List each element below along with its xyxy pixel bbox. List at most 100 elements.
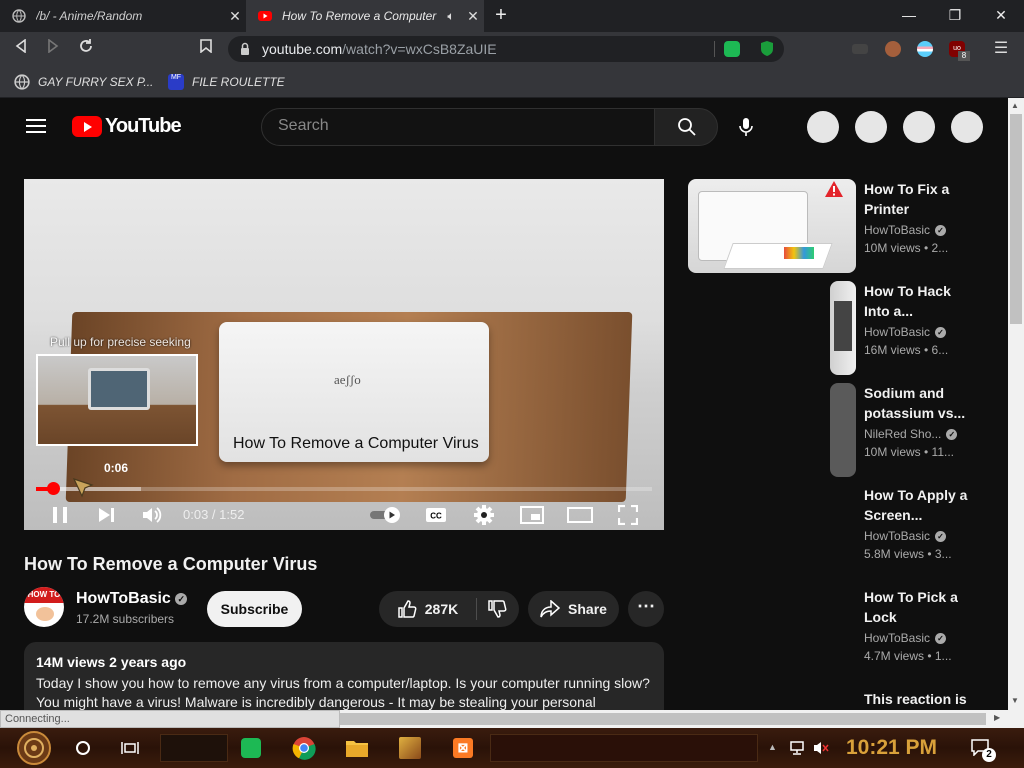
search-taskbar-button[interactable] bbox=[67, 732, 99, 764]
like-button[interactable]: 287K bbox=[379, 591, 476, 627]
youtube-logo[interactable]: YouTube bbox=[72, 115, 182, 138]
navigation-bar: youtube.com/watch?v=wxCsB8ZaUIE uo 8 ☰ bbox=[0, 32, 1024, 66]
youtube-play-icon bbox=[72, 116, 102, 137]
tab-youtube-video[interactable]: How To Remove a Computer 🔈︎ ✕ bbox=[246, 0, 484, 32]
reload-icon[interactable] bbox=[75, 38, 97, 60]
bookmark-item-2[interactable]: MF FILE ROULETTE bbox=[168, 72, 285, 92]
profile-avatar-icon[interactable] bbox=[885, 41, 901, 57]
address-bar[interactable]: youtube.com/watch?v=wxCsB8ZaUIE bbox=[228, 36, 784, 62]
account-avatar[interactable] bbox=[951, 111, 983, 143]
svg-text:CC: CC bbox=[430, 512, 442, 521]
menu-icon[interactable]: ☰ bbox=[990, 38, 1012, 60]
forward-icon[interactable] bbox=[42, 38, 64, 60]
bookmark-label: FILE ROULETTE bbox=[192, 75, 285, 89]
extension-green-icon[interactable] bbox=[724, 41, 740, 57]
new-tab-button[interactable]: + bbox=[490, 4, 512, 26]
status-bar: Connecting... bbox=[0, 710, 340, 728]
voice-search-button[interactable] bbox=[728, 108, 764, 146]
game-app-button[interactable] bbox=[394, 732, 426, 764]
lock-icon[interactable] bbox=[240, 42, 250, 56]
search-button[interactable] bbox=[654, 108, 718, 146]
more-actions-button[interactable]: ⋯ bbox=[628, 591, 664, 627]
file-explorer-button[interactable] bbox=[341, 732, 373, 764]
autoplay-toggle[interactable] bbox=[368, 501, 404, 529]
pause-icon bbox=[53, 507, 67, 523]
scrubber-handle[interactable] bbox=[46, 482, 60, 495]
fullscreen-button[interactable] bbox=[612, 501, 644, 529]
back-icon[interactable] bbox=[10, 38, 32, 60]
recommended-title[interactable]: How To Fix a Printer bbox=[864, 179, 968, 219]
divider bbox=[714, 41, 715, 57]
channel-text: HowToBasic bbox=[864, 325, 931, 339]
channel-name[interactable]: HowToBasic ✓ bbox=[76, 590, 188, 608]
verified-icon: ✓ bbox=[175, 593, 188, 605]
messaging-app-button[interactable] bbox=[235, 732, 267, 764]
flag-extension-icon[interactable] bbox=[917, 41, 933, 57]
volume-button[interactable] bbox=[136, 501, 168, 529]
header-button-2[interactable] bbox=[855, 111, 887, 143]
start-button[interactable] bbox=[12, 730, 56, 766]
taskbar-clock[interactable]: 10:21 PM bbox=[846, 736, 937, 760]
verified-icon: ✓ bbox=[935, 530, 947, 542]
vertical-scrollbar[interactable]: ▲ ▼ bbox=[1008, 98, 1024, 710]
miniplayer-button[interactable] bbox=[516, 501, 548, 529]
theater-mode-button[interactable] bbox=[564, 501, 596, 529]
seek-preview-thumbnail bbox=[36, 354, 198, 446]
pause-button[interactable] bbox=[44, 501, 76, 529]
dislike-button[interactable] bbox=[477, 591, 519, 627]
recommended-video[interactable]: How To Pick a Lock HowToBasic ✓ 4.7M view… bbox=[688, 587, 998, 683]
green-chat-icon bbox=[241, 738, 261, 758]
header-button-3[interactable] bbox=[903, 111, 935, 143]
restore-button[interactable]: ❐ bbox=[932, 0, 978, 32]
recommended-title[interactable]: Sodium and potassium vs... bbox=[864, 383, 968, 423]
close-tab-icon[interactable]: ✕ bbox=[462, 8, 484, 25]
video-thumbnail[interactable] bbox=[688, 179, 856, 273]
scroll-down-icon[interactable]: ▼ bbox=[1011, 696, 1019, 705]
recommended-video[interactable]: Sodium and potassium vs... NileRed Sho..… bbox=[688, 383, 998, 479]
search-box[interactable] bbox=[261, 108, 655, 146]
scrollbar-thumb[interactable] bbox=[1010, 114, 1022, 324]
network-icon[interactable] bbox=[788, 740, 806, 756]
task-view-button[interactable] bbox=[114, 732, 146, 764]
settings-button[interactable] bbox=[468, 501, 500, 529]
recommended-title[interactable]: How To Pick a Lock bbox=[864, 587, 968, 627]
search-input[interactable] bbox=[278, 117, 638, 135]
next-button[interactable] bbox=[90, 501, 122, 529]
extension-icon[interactable] bbox=[852, 44, 868, 54]
speaker-icon[interactable]: 🔈︎ bbox=[440, 9, 462, 24]
subscribe-button[interactable]: Subscribe bbox=[207, 591, 302, 627]
close-window-button[interactable]: ✕ bbox=[978, 0, 1024, 32]
show-hidden-icons[interactable]: ▲ bbox=[768, 742, 777, 752]
tab-anime-random[interactable]: /b/ - Anime/Random ✕ bbox=[0, 0, 246, 32]
youtube-icon bbox=[258, 11, 272, 21]
recommended-video[interactable]: This reaction is bbox=[688, 689, 998, 710]
video-thumbnail[interactable] bbox=[830, 281, 856, 375]
progress-bar[interactable] bbox=[36, 487, 652, 491]
xampp-button[interactable]: ⊠ bbox=[447, 732, 479, 764]
recommended-video[interactable]: How To Fix a Printer HowToBasic ✓ 10M vie… bbox=[688, 179, 998, 275]
scrollbar-thumb[interactable] bbox=[340, 713, 986, 725]
bookmark-item-1[interactable]: GAY FURRY SEX P... bbox=[14, 72, 153, 92]
youtube-wordmark: YouTube bbox=[105, 115, 182, 137]
hamburger-menu-icon[interactable] bbox=[26, 119, 46, 133]
recommended-title[interactable]: This reaction is bbox=[864, 689, 968, 710]
scroll-up-icon[interactable]: ▲ bbox=[1011, 101, 1019, 110]
bookmark-icon[interactable] bbox=[195, 38, 217, 60]
recommended-video[interactable]: How To Apply a Screen... HowToBasic ✓ 5.8… bbox=[688, 485, 998, 581]
recommended-title[interactable]: How To Apply a Screen... bbox=[864, 485, 968, 525]
close-tab-icon[interactable]: ✕ bbox=[224, 8, 246, 25]
shield-extension-icon[interactable] bbox=[760, 40, 774, 57]
share-button[interactable]: Share bbox=[528, 591, 619, 627]
captions-button[interactable]: CC bbox=[420, 501, 452, 529]
channel-avatar[interactable]: HOW TO BASIC bbox=[24, 587, 64, 627]
recommended-video[interactable]: How To Hack Into a... HowToBasic ✓ 16M vi… bbox=[688, 281, 998, 377]
chrome-button[interactable] bbox=[288, 732, 320, 764]
url-text[interactable]: youtube.com/watch?v=wxCsB8ZaUIE bbox=[262, 41, 497, 57]
scroll-right-icon[interactable]: ▶ bbox=[994, 713, 1000, 722]
volume-muted-icon[interactable] bbox=[812, 740, 830, 756]
minimize-button[interactable]: — bbox=[886, 0, 932, 32]
recommended-title[interactable]: How To Hack Into a... bbox=[864, 281, 968, 321]
video-thumbnail[interactable] bbox=[830, 383, 856, 477]
header-button-1[interactable] bbox=[807, 111, 839, 143]
video-player[interactable]: oʃʃǝɐ How To Remove a Computer Virus Pul… bbox=[24, 179, 664, 530]
